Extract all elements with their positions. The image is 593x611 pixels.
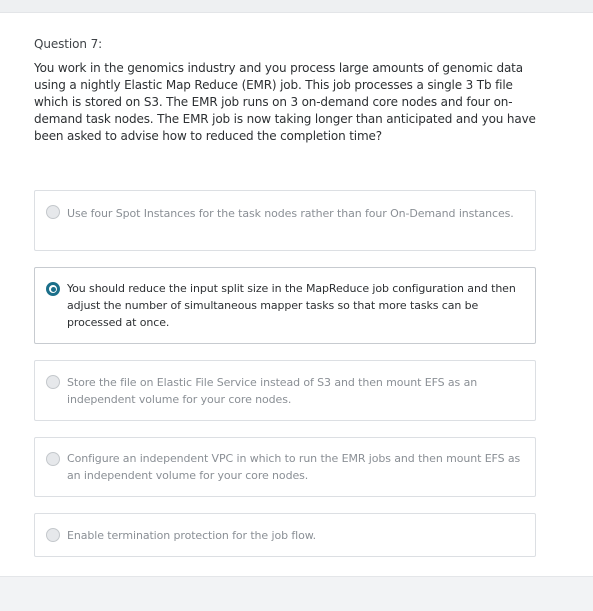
answer-option-text: Use four Spot Instances for the task nod… bbox=[67, 207, 514, 220]
question-number: Question 7: bbox=[34, 37, 103, 51]
radio-unchecked-icon[interactable] bbox=[46, 528, 60, 542]
answer-option-1[interactable]: Use four Spot Instances for the task nod… bbox=[34, 190, 536, 251]
top-strip bbox=[0, 0, 593, 13]
answer-option-5[interactable]: Enable termination protection for the jo… bbox=[34, 513, 536, 557]
question-text: You work in the genomics industry and yo… bbox=[34, 61, 536, 143]
answer-option-text: Configure an independent VPC in which to… bbox=[67, 452, 521, 482]
radio-unchecked-icon[interactable] bbox=[46, 205, 60, 219]
answer-option-text: Store the file on Elastic File Service i… bbox=[67, 376, 478, 406]
answer-option-3[interactable]: Store the file on Elastic File Service i… bbox=[34, 360, 536, 421]
answer-option-text: You should reduce the input split size i… bbox=[67, 282, 516, 329]
answer-option-4[interactable]: Configure an independent VPC in which to… bbox=[34, 437, 536, 497]
radio-unchecked-icon[interactable] bbox=[46, 452, 60, 466]
answer-option-text: Enable termination protection for the jo… bbox=[67, 529, 316, 542]
bottom-area bbox=[0, 577, 593, 611]
radio-unchecked-icon[interactable] bbox=[46, 375, 60, 389]
radio-checked-icon[interactable] bbox=[46, 282, 60, 296]
answer-option-2[interactable]: You should reduce the input split size i… bbox=[34, 267, 536, 344]
